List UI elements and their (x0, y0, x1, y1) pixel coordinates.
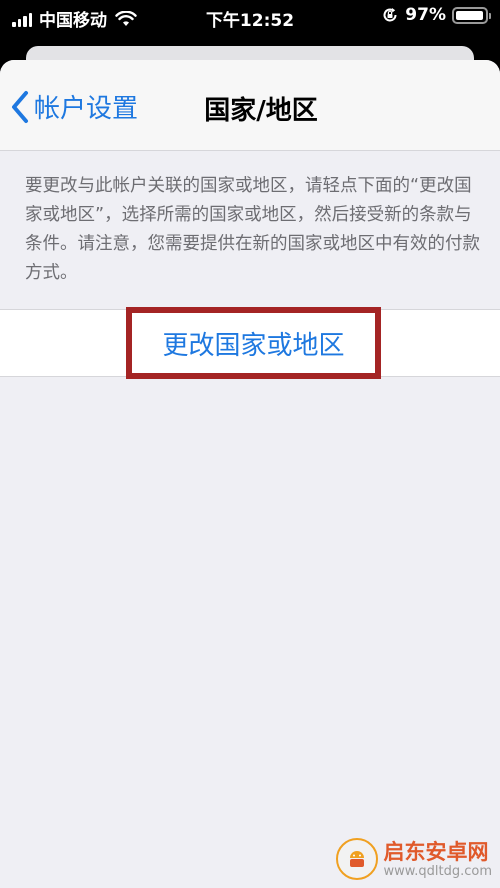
status-bar: 中国移动 下午12:52 97% (0, 0, 500, 34)
battery-tip (489, 12, 491, 19)
country-region-sheet: 帐户设置 国家/地区 要更改与此帐户关联的国家或地区，请轻点下面的“更改国家或地… (0, 60, 500, 888)
phone-screen: 中国移动 下午12:52 97% 帐户设置 国家/地区 要更改与此帐户关联的国家… (0, 0, 500, 888)
watermark-logo (335, 838, 378, 880)
orientation-lock-icon (383, 8, 397, 22)
page-title: 国家/地区 (204, 96, 318, 126)
status-bar-right: 97% (381, 5, 491, 25)
battery-fill (456, 10, 484, 20)
watermark-url: www.qdltdg.com (383, 863, 492, 879)
android-logo-icon (349, 851, 364, 867)
change-country-region-button[interactable]: 更改国家或地区 (126, 307, 381, 379)
watermark-name: 启东安卓网 (383, 839, 489, 864)
description-text: 要更改与此帐户关联的国家或地区，请轻点下面的“更改国家或地区”，选择所需的国家或… (25, 176, 480, 283)
battery-icon (452, 6, 491, 24)
navigation-bar: 帐户设置 国家/地区 (0, 60, 500, 151)
action-row: 更改国家或地区 (0, 307, 500, 379)
watermark-text: 启东安卓网 www.qdltdg.com (384, 840, 492, 879)
watermark: 启东安卓网 www.qdltdg.com (335, 838, 492, 880)
battery-percent: 97% (405, 5, 446, 25)
